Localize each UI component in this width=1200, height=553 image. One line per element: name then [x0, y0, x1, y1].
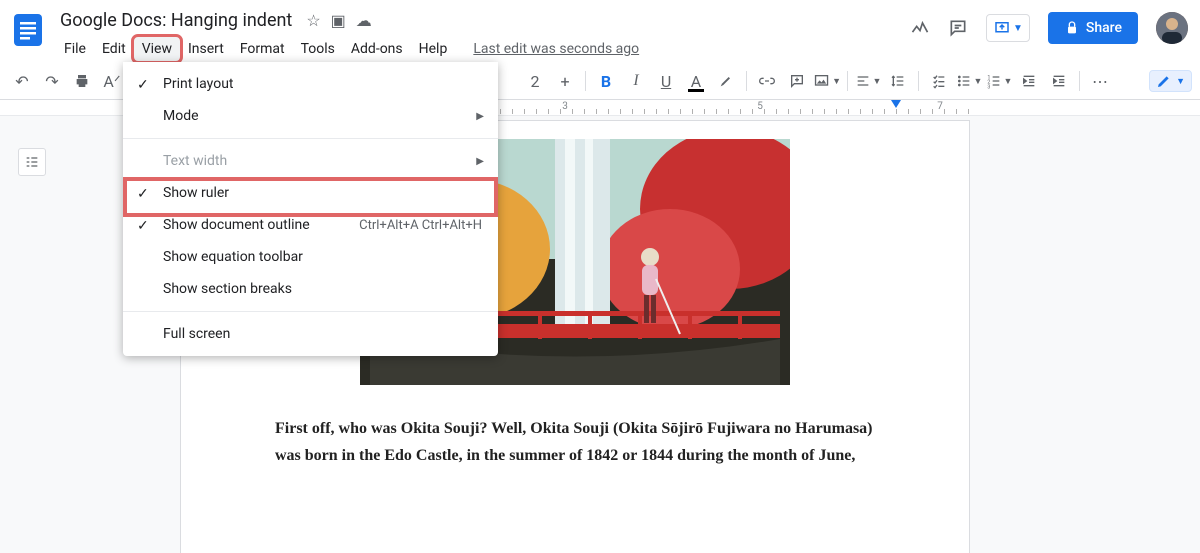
menu-item-label: Show equation toolbar — [163, 249, 303, 265]
more-button[interactable]: ⋯ — [1086, 67, 1114, 95]
check-icon: ✓ — [137, 218, 149, 234]
share-label: Share — [1086, 20, 1122, 36]
chevron-down-icon: ▼ — [1013, 23, 1023, 34]
menu-format[interactable]: Format — [232, 37, 293, 61]
insert-comment-button[interactable] — [783, 67, 811, 95]
menu-insert[interactable]: Insert — [180, 37, 232, 61]
move-icon[interactable]: ▣ — [331, 11, 346, 30]
present-button[interactable]: ▼ — [986, 14, 1030, 42]
check-icon: ✓ — [137, 77, 149, 93]
menu-view[interactable]: View — [134, 37, 180, 61]
menu-item-show-section-breaks[interactable]: Show section breaks — [123, 273, 498, 305]
undo-button[interactable]: ↶ — [8, 67, 36, 95]
menu-item-mode[interactable]: Mode ▶ — [123, 100, 498, 132]
document-outline-toggle[interactable] — [18, 148, 46, 176]
menu-item-show-document-outline[interactable]: ✓ Show document outline Ctrl+Alt+A Ctrl+Al… — [123, 209, 498, 241]
menu-addons[interactable]: Add-ons — [343, 37, 411, 61]
font-size-increase[interactable]: + — [551, 67, 579, 95]
indent-marker[interactable] — [891, 100, 901, 108]
separator — [1079, 71, 1080, 91]
spellcheck-button[interactable]: Aᐟ — [98, 67, 126, 95]
font-size-display[interactable]: 2 — [521, 67, 549, 95]
separator — [585, 71, 586, 91]
menu-item-label: Show ruler — [163, 185, 229, 201]
account-avatar[interactable] — [1156, 12, 1188, 44]
separator — [918, 71, 919, 91]
separator — [847, 71, 848, 91]
decrease-indent-button[interactable] — [1015, 67, 1043, 95]
menu-help[interactable]: Help — [411, 37, 456, 61]
menu-item-label: Show section breaks — [163, 281, 292, 297]
separator — [746, 71, 747, 91]
insert-link-button[interactable] — [753, 67, 781, 95]
text-color-button[interactable]: A — [682, 67, 710, 95]
menu-file[interactable]: File — [56, 37, 94, 61]
menu-item-show-ruler[interactable]: ✓ Show ruler — [123, 177, 498, 209]
insert-image-button[interactable]: ▼ — [813, 67, 841, 95]
menu-item-text-width: Text width ▶ — [123, 145, 498, 177]
bold-button[interactable]: B — [592, 67, 620, 95]
svg-text:3: 3 — [987, 84, 990, 89]
activity-icon[interactable] — [910, 18, 930, 38]
redo-button[interactable]: ↷ — [38, 67, 66, 95]
menu-edit[interactable]: Edit — [94, 37, 134, 61]
menu-item-label: Mode — [163, 108, 199, 124]
chevron-down-icon: ▼ — [1176, 76, 1185, 87]
docs-logo[interactable] — [8, 10, 48, 50]
document-title[interactable]: Google Docs: Hanging indent — [56, 8, 296, 33]
highlight-button[interactable] — [712, 67, 740, 95]
checklist-button[interactable] — [925, 67, 953, 95]
italic-button[interactable]: I — [622, 67, 650, 95]
last-edit-link[interactable]: Last edit was seconds ago — [473, 41, 639, 57]
submenu-arrow-icon: ▶ — [476, 111, 484, 122]
increase-indent-button[interactable] — [1045, 67, 1073, 95]
document-paragraph[interactable]: First off, who was Okita Souji? Well, Ok… — [275, 415, 875, 469]
numbered-list-button[interactable]: 123▼ — [985, 67, 1013, 95]
underline-button[interactable]: U — [652, 67, 680, 95]
menu-item-label: Show document outline — [163, 217, 310, 233]
check-icon: ✓ — [137, 186, 149, 202]
menu-item-label: Full screen — [163, 326, 230, 342]
cloud-status-icon[interactable]: ☁ — [356, 11, 372, 30]
view-menu-dropdown: ✓ Print layout Mode ▶ Text width ▶ ✓ Show ruler… — [123, 62, 498, 356]
menu-item-show-equation-toolbar[interactable]: Show equation toolbar — [123, 241, 498, 273]
menu-item-label: Print layout — [163, 76, 234, 92]
ruler-number: 7 — [937, 101, 943, 112]
ruler-number: 5 — [757, 101, 763, 112]
star-icon[interactable]: ☆ — [306, 11, 320, 30]
share-button[interactable]: Share — [1048, 12, 1138, 44]
menu-tools[interactable]: Tools — [293, 37, 343, 61]
align-button[interactable]: ▼ — [854, 67, 882, 95]
ruler-number: 3 — [562, 101, 568, 112]
print-button[interactable] — [68, 67, 96, 95]
menubar: File Edit View Insert Format Tools Add-o… — [56, 36, 910, 62]
bulleted-list-button[interactable]: ▼ — [955, 67, 983, 95]
menu-item-full-screen[interactable]: Full screen — [123, 318, 498, 350]
submenu-arrow-icon: ▶ — [476, 156, 484, 167]
comments-icon[interactable] — [948, 18, 968, 38]
shortcut-label: Ctrl+Alt+A Ctrl+Alt+H — [359, 218, 482, 233]
editing-mode-button[interactable]: ▼ — [1149, 70, 1192, 92]
menu-item-label: Text width — [163, 153, 227, 169]
menu-item-print-layout[interactable]: ✓ Print layout — [123, 68, 498, 100]
line-spacing-button[interactable] — [884, 67, 912, 95]
